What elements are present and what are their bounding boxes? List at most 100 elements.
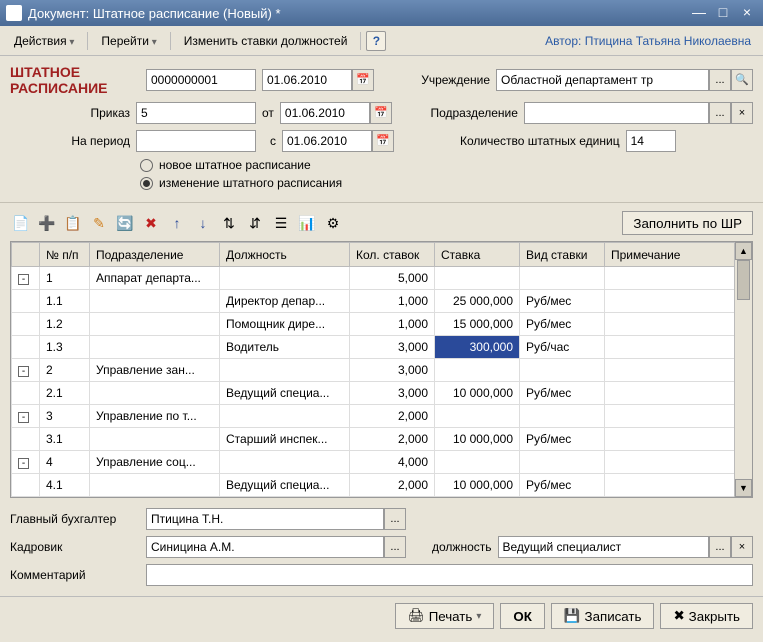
position-select-button[interactable]: ... [709,536,731,558]
col-dept[interactable]: Подразделение [90,243,220,267]
tree-toggle-icon[interactable]: - [18,366,29,377]
table-row[interactable]: -4Управление соц...4,000 [12,451,752,474]
staff-table: № п/п Подразделение Должность Кол. ставо… [10,241,753,498]
minimize-button[interactable]: — [689,4,709,22]
tool-settings-icon[interactable]: ⚙ [322,212,344,234]
help-button[interactable]: ? [366,31,386,51]
save-button[interactable]: 💾 Записать [551,603,655,629]
menubar: Действия Перейти Изменить ставки должнос… [0,26,763,56]
col-note[interactable]: Примечание [605,243,752,267]
order-date-calendar-button[interactable]: 📅 [370,102,392,124]
tree-toggle-icon[interactable]: - [18,458,29,469]
order-number-input[interactable] [136,102,256,124]
author-info: Автор: Птицина Татьяна Николаевна [545,34,757,48]
table-row[interactable]: 1.3Водитель3,000300,000Руб/час [12,336,752,359]
units-input[interactable] [626,130,676,152]
col-rate[interactable]: Ставка [435,243,520,267]
menu-actions[interactable]: Действия [6,31,82,51]
table-row[interactable]: -2Управление зан...3,000 [12,359,752,382]
tool-refresh-icon[interactable]: 🔄 [114,212,136,234]
table-toolbar: 📄 ➕ 📋 ✎ 🔄 ✖ ↑ ↓ ⇅ ⇵ ☰ 📊 ⚙ Заполнить по Ш… [0,207,763,239]
tool-list-icon[interactable]: 📊 [296,212,318,234]
close-window-button[interactable]: × [737,4,757,22]
app-icon [6,5,22,21]
close-button[interactable]: ✖ Закрыть [660,603,753,629]
dept-input[interactable] [524,102,709,124]
org-search-button[interactable]: 🔍 [731,69,753,91]
order-date-input[interactable] [280,102,370,124]
chief-acc-label: Главный бухгалтер [10,512,140,526]
scroll-up-button[interactable]: ▲ [735,242,752,260]
tool-move-down-icon[interactable]: ↓ [192,212,214,234]
period-date-calendar-button[interactable]: 📅 [372,130,394,152]
radio-change[interactable]: изменение штатного расписания [140,176,753,190]
tool-delete-icon[interactable]: ✖ [140,212,162,234]
window-title: Документ: Штатное расписание (Новый) * [28,6,689,21]
hr-input[interactable] [146,536,384,558]
table-row[interactable]: 2.1Ведущий специа...3,00010 000,000Руб/м… [12,382,752,405]
table-row[interactable]: 1.2Помощник дире...1,00015 000,000Руб/ме… [12,313,752,336]
table-row[interactable]: 4.1Ведущий специа...2,00010 000,000Руб/м… [12,474,752,497]
order-label: Приказ [10,106,130,120]
dept-select-button[interactable]: ... [709,102,731,124]
tool-edit-icon[interactable]: ✎ [88,212,110,234]
hr-select-button[interactable]: ... [384,536,406,558]
doc-date-input[interactable] [262,69,352,91]
form-header: ШТАТНОЕ РАСПИСАНИЕ 📅 Учреждение ... 🔍 Пр… [0,56,763,198]
scroll-down-button[interactable]: ▼ [735,479,752,497]
chief-acc-input[interactable] [146,508,384,530]
fill-by-sr-button[interactable]: Заполнить по ШР [622,211,753,235]
table-header-row: № п/п Подразделение Должность Кол. ставо… [12,243,752,267]
doc-date-calendar-button[interactable]: 📅 [352,69,374,91]
scroll-thumb[interactable] [737,260,750,300]
units-label: Количество штатных единиц [460,134,620,148]
menu-change-rates[interactable]: Изменить ставки должностей [176,31,356,51]
tool-sort-desc-icon[interactable]: ⇵ [244,212,266,234]
diskette-icon: 💾 [564,608,581,624]
hr-label: Кадровик [10,540,140,554]
table-row[interactable]: 1.1Директор депар...1,00025 000,000Руб/м… [12,290,752,313]
maximize-button[interactable]: □ [713,4,733,22]
col-count[interactable]: Кол. ставок [350,243,435,267]
ok-button[interactable]: ОК [500,603,545,629]
org-select-button[interactable]: ... [709,69,731,91]
footer-form: Главный бухгалтер ... Кадровик ... должн… [0,504,763,596]
tool-add-icon[interactable]: 📄 [10,212,32,234]
tool-copy-icon[interactable]: 📋 [62,212,84,234]
tool-hierarchy-icon[interactable]: ☰ [270,212,292,234]
position-label: должность [432,540,492,554]
menu-goto[interactable]: Перейти [93,31,164,51]
table-scrollbar[interactable]: ▲ ▼ [734,242,752,497]
period-label: На период [10,134,130,148]
col-num[interactable]: № п/п [40,243,90,267]
org-label: Учреждение [400,73,490,87]
radio-new[interactable]: новое штатное расписание [140,158,753,172]
col-position[interactable]: Должность [220,243,350,267]
tool-sort-asc-icon[interactable]: ⇅ [218,212,240,234]
app-window: Документ: Штатное расписание (Новый) * —… [0,0,763,642]
table-row[interactable]: -3Управление по т...2,000 [12,405,752,428]
position-clear-button[interactable]: × [731,536,753,558]
radio-new-icon [140,159,153,172]
titlebar: Документ: Штатное расписание (Новый) * —… [0,0,763,26]
printer-icon: 🖨 [408,608,425,624]
tool-move-up-icon[interactable]: ↑ [166,212,188,234]
doc-number-input[interactable] [146,69,256,91]
print-button[interactable]: 🖨 Печать [395,603,495,629]
order-from-label: от [262,106,274,120]
tree-toggle-icon[interactable]: - [18,274,29,285]
tool-add-group-icon[interactable]: ➕ [36,212,58,234]
period-from-label: с [262,134,276,148]
dept-clear-button[interactable]: × [731,102,753,124]
period-date-input[interactable] [282,130,372,152]
table-row[interactable]: -1Аппарат департа...5,000 [12,267,752,290]
close-icon: ✖ [673,608,684,624]
tree-toggle-icon[interactable]: - [18,412,29,423]
position-input[interactable] [498,536,710,558]
comment-input[interactable] [146,564,753,586]
period-input[interactable] [136,130,256,152]
org-input[interactable] [496,69,709,91]
col-rate-type[interactable]: Вид ставки [520,243,605,267]
table-row[interactable]: 3.1Старший инспек...2,00010 000,000Руб/м… [12,428,752,451]
chief-acc-select-button[interactable]: ... [384,508,406,530]
